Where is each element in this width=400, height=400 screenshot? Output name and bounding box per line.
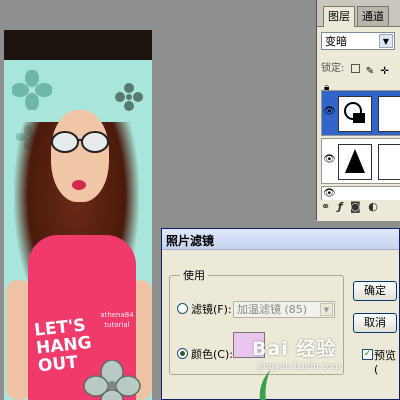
layers-panel-tabs: 图层 通道 [317,6,400,27]
lock-paint-icon[interactable]: ✎ [366,64,374,77]
dialog-titlebar[interactable]: 照片滤镜 [162,229,399,250]
use-group-label: 使用 [180,267,208,283]
preview-checkbox[interactable]: ✓ [362,349,373,360]
cancel-button[interactable]: 取消 [353,313,397,333]
layer-mask-thumbnail[interactable] [378,144,400,180]
filter-radio-label[interactable]: 滤镜(F): [191,301,232,317]
blend-mode-value: 变暗 [325,35,347,48]
flower-decoration-icon [115,83,143,111]
eye-icon[interactable]: 👁︎ [323,154,336,166]
lock-transparency-icon[interactable] [350,63,360,73]
photo-canvas[interactable]: LET'S HANG OUT athena84 tutorial [4,30,152,400]
color-radio[interactable] [177,348,188,359]
canvas-dark-band [4,30,152,60]
model-lips [72,180,86,190]
lock-row: 锁定: ✎ ✛ 🔒︎ [321,61,399,93]
eye-icon[interactable]: 👁︎ [323,188,336,200]
layer-style-icon[interactable]: ƒ [338,200,343,213]
ok-button[interactable]: 确定 [353,281,397,301]
layer-mask-thumbnail[interactable] [378,96,400,132]
leaf-icon [259,370,270,400]
tab-channels[interactable]: 通道 [357,6,389,27]
layers-panel: 图层 通道 变暗 ▼ 锁定: ✎ ✛ 🔒︎ 👁︎ 👁︎ 👁︎ ⚭ ƒ ◙ ◐ [316,0,400,221]
lock-label: 锁定: [321,63,345,74]
adjustment-layer-thumbnail-icon [338,96,372,132]
add-mask-icon[interactable]: ◙ [350,200,361,213]
adjustment-layer-thumbnail-icon [338,144,372,180]
tutorial-watermark: athena84 tutorial [100,311,134,329]
blend-mode-select[interactable]: 变暗 ▼ [321,32,395,50]
filter-select-value: 加温滤镜 (85) [237,303,308,316]
dialog-title: 照片滤镜 [166,234,215,248]
layers-bottom-toolbar: ⚭ ƒ ◙ ◐ [321,200,399,216]
link-layers-icon[interactable]: ⚭ [321,200,330,213]
layer-row[interactable]: 👁︎ [321,186,400,200]
chevron-down-icon[interactable]: ▼ [379,34,393,48]
chevron-down-icon[interactable]: ▼ [320,303,333,316]
filter-radio[interactable] [177,303,188,314]
baidu-jingyan-url: jingyan.baidu.com [258,362,342,372]
adjustment-layer-icon[interactable]: ◐ [368,200,378,213]
flower-decoration-icon [12,70,52,110]
lock-position-icon[interactable]: ✛ [380,64,388,77]
eye-icon[interactable]: 👁︎ [323,106,336,118]
lock-all-icon[interactable]: 🔒︎ [324,80,329,93]
sunglasses-icon [51,131,109,153]
color-radio-label[interactable]: 颜色(C): [191,346,233,362]
tab-layers[interactable]: 图层 [323,6,355,27]
flower-decoration-icon [83,360,141,400]
preview-label[interactable]: 预览( [374,347,400,376]
filter-select[interactable]: 加温滤镜 (85) ▼ [233,301,335,318]
layer-row[interactable]: 👁︎ [321,90,400,136]
layer-row[interactable]: 👁︎ [321,138,400,184]
baidu-jingyan-watermark: Bai 经验 [252,338,337,360]
